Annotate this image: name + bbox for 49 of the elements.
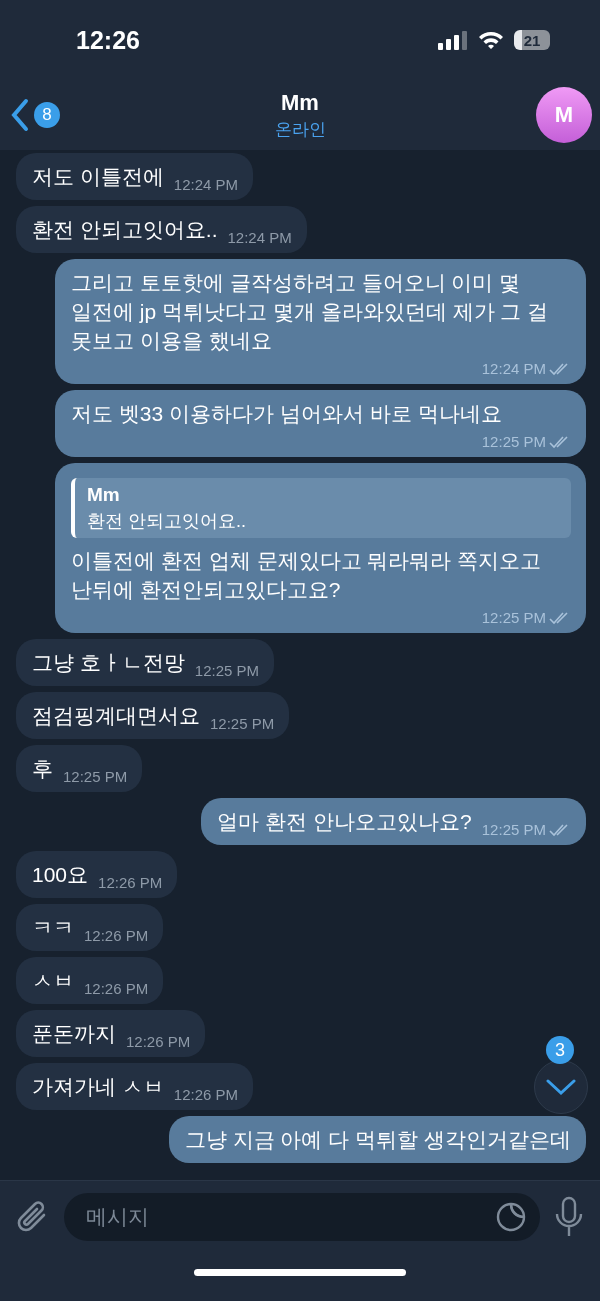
battery-indicator: 21 [514,30,550,50]
microphone-icon[interactable] [554,1196,584,1238]
message-text: 이틀전에 환전 업체 문제있다고 뭐라뭐라 쪽지오고 난뒤에 환전안되고있다고요? [71,548,543,603]
avatar[interactable]: M [536,87,592,143]
message-text: 환전 안되고잇어요.. [32,217,218,243]
message-time: 12:25 PM [63,767,128,787]
message-text: 저도 벳33 이용하다가 넘어와서 바로 먹나네요 [71,401,502,427]
message-field[interactable]: 메시지 [64,1193,540,1241]
message-time: 12:26 PM [173,1085,239,1105]
reply-text: 환전 안되고잇어요.. [87,510,247,533]
message-text: 100요 [32,862,89,888]
message-time: 12:25 PM [481,820,546,840]
signal-icon [438,30,468,50]
message-text: 그리고 토토핫에 글작성하려고 들어오니 이미 몇 일전에 jp 먹튀낫다고 몇개 올라와있던데 제가 그 걸 못보고 이용을 했네요 [71,270,550,354]
message-text: 그냥 호ㅏㄴ전망 [32,650,185,676]
message-time: 12:26 PM [98,873,163,893]
message-time: 12:25 PM [194,661,260,681]
back-button[interactable]: 8 [10,98,60,132]
unread-count-badge: 3 [546,1036,574,1064]
chevron-down-icon [546,1078,576,1096]
message-input[interactable]: 메시지 [84,1204,496,1230]
message-time: 12:26 PM [84,926,149,946]
scroll-down-button[interactable] [534,1060,588,1114]
unread-badge: 8 [34,102,60,128]
message-time: 12:26 PM [84,979,149,999]
message-text: 가져가네 ㅅㅂ [32,1074,164,1100]
message-text: 그냥 지금 아예 다 먹튀할 생각인거같은데 [184,1127,571,1153]
status-time: 12:26 [76,25,140,55]
back-chevron-icon [10,98,30,132]
chat-title: Mm [281,90,319,116]
sticker-icon[interactable] [496,1202,526,1232]
message-text: 후 [32,756,53,782]
message-text: ㅅㅂ [32,968,74,994]
message-text: 저도 이틀전에 [32,164,164,190]
message-time: 12:25 PM [210,714,275,734]
message-text: ㅋㅋ [32,915,74,941]
message-text: 얼마 환전 안나오고있나요? [217,809,472,835]
message-time: 12:25 PM [481,432,546,452]
message-time: 12:24 PM [481,359,546,379]
reply-author: Mm [87,483,121,507]
message-time: 12:25 PM [481,608,546,628]
message-time: 12:26 PM [126,1032,191,1052]
message-text: 점검핑계대면서요 [32,703,200,729]
message-text: 푼돈까지 [32,1021,116,1047]
online-status: 온라인 [274,119,326,141]
message-time: 12:24 PM [173,175,239,195]
wifi-icon [478,30,504,50]
reply-quote[interactable]: Mm 환전 안되고잇어요.. [71,478,571,538]
message-time: 12:24 PM [227,228,292,248]
